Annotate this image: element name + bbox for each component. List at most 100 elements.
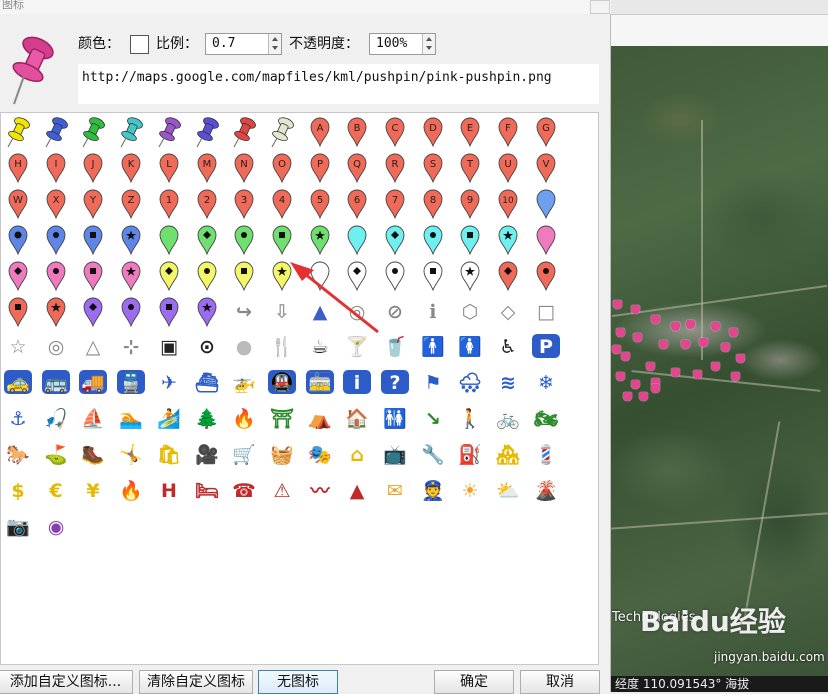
balloon-marker-icon[interactable]: Z (114, 186, 148, 220)
map-pushpin-marker[interactable] (686, 320, 695, 329)
balloon-marker-icon[interactable]: C (378, 114, 412, 148)
balloon-marker-icon[interactable]: J (76, 150, 110, 184)
ferry-icon[interactable]: ⛴ (190, 365, 224, 399)
map-pushpin-marker[interactable] (651, 315, 660, 324)
yen-icon[interactable]: ¥ (76, 473, 110, 507)
balloon-marker-icon[interactable] (152, 222, 186, 256)
bar-icon[interactable]: 🍸 (340, 329, 374, 363)
balloon-marker-icon[interactable] (76, 294, 110, 328)
pushpin-icon[interactable] (114, 114, 148, 148)
balloon-marker-icon[interactable] (378, 222, 412, 256)
electronics-icon[interactable]: 📺 (378, 437, 412, 471)
hospitals-icon[interactable]: H (152, 473, 186, 507)
hexagon-icon[interactable]: ⬡ (453, 294, 487, 328)
pushpin-icon[interactable] (152, 114, 186, 148)
coffee-icon[interactable]: ☕ (303, 329, 337, 363)
poi-icon[interactable]: ↘ (416, 401, 450, 435)
falling-rocks-icon[interactable]: ▲ (340, 473, 374, 507)
taxi-icon[interactable]: 🚕 (1, 365, 35, 399)
arts-icon[interactable]: 🎭 (303, 437, 337, 471)
bus-icon[interactable]: 🚌 (39, 365, 73, 399)
volcano-icon[interactable]: 🌋 (529, 473, 563, 507)
map-pushpin-marker[interactable] (681, 340, 690, 349)
balloon-marker-icon[interactable]: G (529, 114, 563, 148)
motorcycling-icon[interactable]: 🏍 (529, 401, 563, 435)
map-pushpin-marker[interactable] (671, 322, 680, 331)
truck-icon[interactable]: 🚚 (76, 365, 110, 399)
balloon-marker-icon[interactable] (491, 258, 525, 292)
pushpin-icon[interactable] (76, 114, 110, 148)
tree-icon[interactable]: 🌲 (190, 401, 224, 435)
water-skiing-icon[interactable]: 🏄 (152, 401, 186, 435)
campfire-icon[interactable]: 🔥 (227, 401, 261, 435)
post-office-icon[interactable]: ✉ (378, 473, 412, 507)
golf-icon[interactable]: ⛳ (39, 437, 73, 471)
play-icon[interactable]: 🤸 (114, 437, 148, 471)
grocery-icon[interactable]: 🛒 (227, 437, 261, 471)
diamond-outline-icon[interactable]: ◇ (491, 294, 525, 328)
balloon-marker-icon[interactable]: U (491, 150, 525, 184)
realestate-icon[interactable]: 🏘 (491, 437, 525, 471)
water-icon[interactable]: ≋ (491, 365, 525, 399)
map-pushpin-marker[interactable] (659, 340, 668, 349)
mechanic-icon[interactable]: 🔧 (416, 437, 450, 471)
balloon-marker-icon[interactable]: 4 (265, 186, 299, 220)
sunny-icon[interactable]: ☀ (453, 473, 487, 507)
open-circle-icon[interactable]: ◎ (340, 294, 374, 328)
balloon-marker-icon[interactable]: X (39, 186, 73, 220)
balloon-marker-icon[interactable]: M (190, 150, 224, 184)
rail-icon[interactable]: 🚆 (114, 365, 148, 399)
balloon-marker-icon[interactable] (152, 258, 186, 292)
map-pushpin-marker[interactable] (616, 328, 625, 337)
trail-icon[interactable]: 🥾 (76, 437, 110, 471)
balloon-marker-icon[interactable] (416, 258, 450, 292)
movies-icon[interactable]: 🎥 (190, 437, 224, 471)
balloon-marker-icon[interactable]: W (1, 186, 35, 220)
swimming-icon[interactable]: 🏊 (114, 401, 148, 435)
map-view[interactable] (611, 0, 828, 692)
balloon-marker-icon[interactable]: A (303, 114, 337, 148)
snowflake-icon[interactable]: ❄ (529, 365, 563, 399)
help-icon[interactable]: ? (378, 365, 412, 399)
balloon-marker-icon[interactable]: Q (340, 150, 374, 184)
no-entry-icon[interactable]: ⊘ (378, 294, 412, 328)
balloon-marker-icon[interactable]: K (114, 150, 148, 184)
balloon-marker-icon[interactable]: 9 (453, 186, 487, 220)
no-icon-button[interactable]: 无图标 (258, 670, 338, 694)
map-pushpin-marker[interactable] (671, 368, 680, 377)
balloon-marker-icon[interactable] (1, 294, 35, 328)
map-pushpin-marker[interactable] (731, 372, 740, 381)
dollar-icon[interactable]: $ (1, 473, 35, 507)
ranger-station-icon[interactable]: 🏠 (340, 401, 374, 435)
map-pushpin-marker[interactable] (623, 392, 632, 401)
balloon-marker-icon[interactable]: V (529, 150, 563, 184)
balloon-marker-icon[interactable]: T (453, 150, 487, 184)
balloon-marker-icon[interactable] (39, 294, 73, 328)
marina-icon[interactable]: ⚓ (1, 401, 35, 435)
balloon-marker-icon[interactable]: 2 (190, 186, 224, 220)
balloon-marker-icon[interactable]: E (453, 114, 487, 148)
balloon-marker-icon[interactable] (152, 294, 186, 328)
balloon-marker-icon[interactable] (227, 258, 261, 292)
map-pushpin-marker[interactable] (736, 354, 745, 363)
woman-icon[interactable]: 🚺 (453, 329, 487, 363)
sailing-icon[interactable]: ⛵ (76, 401, 110, 435)
airport-icon[interactable]: ✈ (152, 365, 186, 399)
balloon-marker-icon[interactable] (529, 222, 563, 256)
opacity-spinbox[interactable]: 100% (369, 33, 436, 55)
wheelchair-icon[interactable]: ♿ (491, 329, 525, 363)
add-custom-icon-button[interactable]: 添加自定义图标... (0, 670, 133, 694)
balloon-marker-icon[interactable]: S (416, 150, 450, 184)
map-pushpin-marker[interactable] (631, 380, 640, 389)
balloon-marker-icon[interactable] (114, 294, 148, 328)
firedept-icon[interactable]: 🔥 (114, 473, 148, 507)
down-arrow-icon[interactable]: ⇩ (265, 294, 299, 328)
direction-arrow-icon[interactable]: ▲ (303, 294, 337, 328)
balloon-marker-icon[interactable]: 1 (152, 186, 186, 220)
phone-icon[interactable]: ☎ (227, 473, 261, 507)
map-pushpin-marker[interactable] (721, 343, 730, 352)
police-icon[interactable]: 👮 (416, 473, 450, 507)
tram-icon[interactable]: 🚋 (303, 365, 337, 399)
balloon-marker-icon[interactable]: D (416, 114, 450, 148)
balloon-marker-icon[interactable] (491, 222, 525, 256)
